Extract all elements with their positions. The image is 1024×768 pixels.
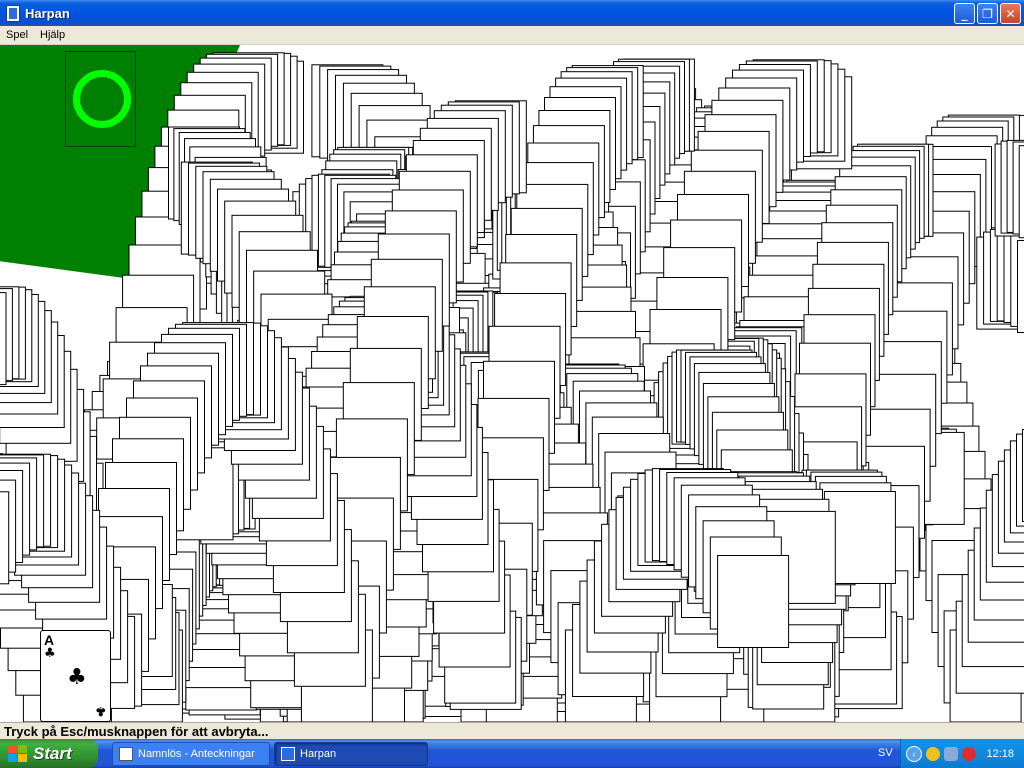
start-button[interactable]: Start bbox=[0, 739, 98, 768]
show-hidden-icons-chevron-icon[interactable]: ‹ bbox=[906, 745, 922, 762]
card-center-suit-icon: ♣ bbox=[67, 665, 87, 690]
display-icon[interactable] bbox=[944, 746, 958, 761]
window-controls: _ ❐ ✕ bbox=[954, 3, 1021, 24]
trail-card-861 bbox=[0, 292, 7, 386]
windows-logo-icon bbox=[8, 744, 28, 763]
taskbar-item-label: Harpan bbox=[300, 748, 337, 760]
taskbar-item-label: Namnlös - Anteckningar bbox=[138, 748, 255, 760]
clock[interactable]: 12:18 bbox=[986, 748, 1014, 760]
window-title: Harpan bbox=[25, 5, 70, 21]
minimize-button[interactable]: _ bbox=[954, 3, 975, 24]
bouncing-card: A ♣ ♣ ♣ bbox=[40, 630, 111, 722]
language-indicator[interactable]: SV bbox=[878, 747, 893, 759]
system-tray: ‹ 12:18 bbox=[900, 739, 1024, 768]
trail-card-1623 bbox=[717, 555, 790, 648]
notepad-icon bbox=[119, 747, 133, 761]
game-board[interactable]: A ♣ ♣ ♣ bbox=[0, 45, 1024, 722]
menu-hjalp[interactable]: Hjälp bbox=[34, 29, 71, 41]
taskbar-item-harpan[interactable]: Harpan bbox=[274, 742, 428, 766]
spider-solitaire-app-icon[interactable] bbox=[6, 4, 20, 22]
close-button[interactable]: ✕ bbox=[1000, 3, 1021, 24]
security-shield-icon[interactable] bbox=[962, 746, 976, 761]
trail-card-1773 bbox=[0, 491, 10, 585]
maximize-button[interactable]: ❐ bbox=[977, 3, 998, 24]
taskbar: Start Namnlös - Anteckningar Harpan SV ‹… bbox=[0, 739, 1024, 768]
status-bar: Tryck på Esc/musknappen för att avbryta.… bbox=[0, 722, 1024, 739]
card-rank: A bbox=[44, 632, 55, 648]
menu-bar: Spel Hjälp bbox=[0, 26, 1024, 45]
taskbar-item-notepad[interactable]: Namnlös - Anteckningar bbox=[112, 742, 270, 766]
trail-card-1093 bbox=[1017, 240, 1024, 333]
start-label: Start bbox=[33, 743, 72, 763]
card-suit-icon: ♣ bbox=[44, 646, 56, 661]
trail-card-1323 bbox=[1018, 145, 1024, 239]
title-bar[interactable]: Harpan _ ❐ ✕ bbox=[0, 0, 1024, 26]
network-globe-icon[interactable] bbox=[926, 746, 940, 761]
card-bottom-suit-icon: ♣ bbox=[95, 703, 107, 718]
menu-spel[interactable]: Spel bbox=[0, 29, 34, 41]
bouncing-card-trails bbox=[0, 52, 1024, 722]
spider-solitaire-icon bbox=[281, 747, 295, 761]
